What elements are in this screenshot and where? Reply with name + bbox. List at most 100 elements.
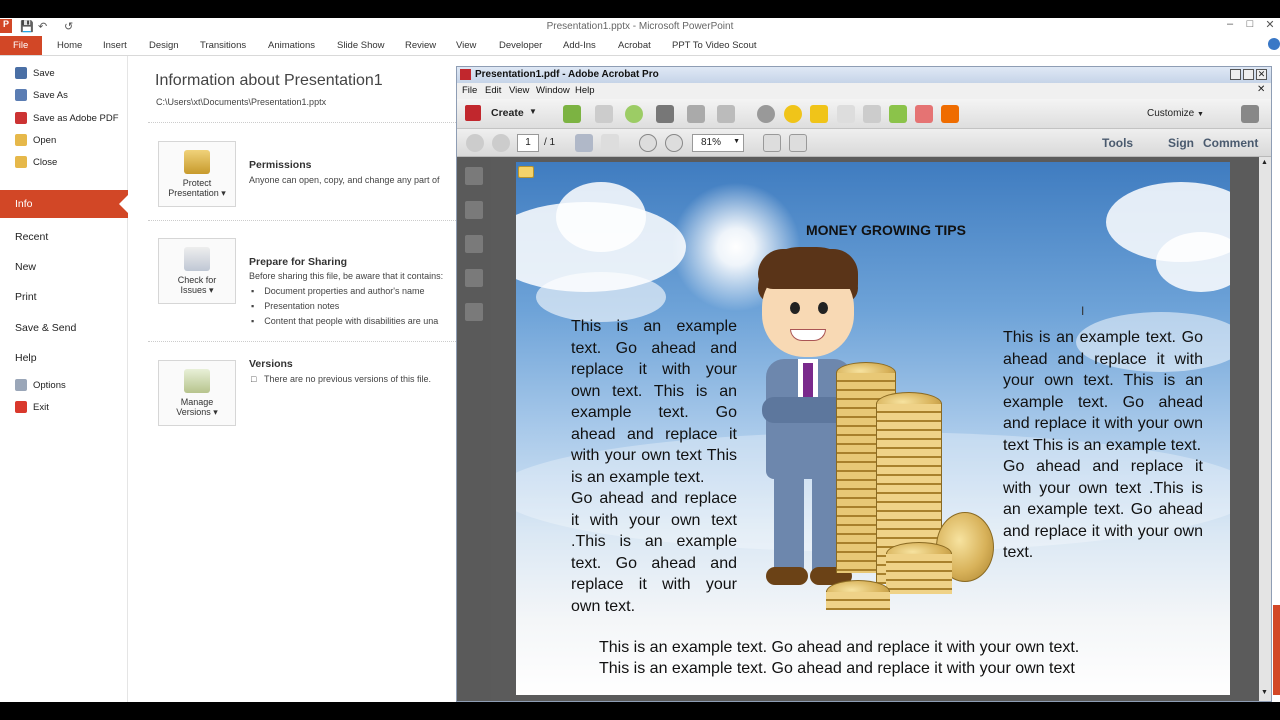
scroll-up-icon[interactable]: ▲ (1261, 159, 1268, 166)
scroll-down-icon[interactable]: ▼ (1261, 689, 1268, 696)
tab-design[interactable]: Design (149, 40, 179, 51)
customize-button[interactable]: Customize ▼ (1147, 108, 1204, 119)
tab-acrobat[interactable]: Acrobat (618, 40, 651, 51)
zoom-in-icon[interactable] (665, 134, 683, 152)
close-folder-icon (15, 156, 27, 168)
menu-view[interactable]: View (509, 85, 529, 96)
menu-edit[interactable]: Edit (485, 85, 501, 96)
bookmarks-icon[interactable] (465, 201, 483, 219)
sidebar-item-close[interactable]: Close (0, 154, 128, 174)
create-button[interactable]: Create ▼ (465, 104, 541, 124)
document-icon[interactable] (837, 105, 855, 123)
signatures-icon[interactable] (465, 303, 483, 321)
comment-pane-button[interactable]: Comment (1203, 136, 1258, 150)
sign-pane-button[interactable]: Sign (1168, 136, 1194, 150)
sidebar-item-save-pdf[interactable]: Save as Adobe PDF (0, 110, 128, 130)
comment-note-icon[interactable] (518, 166, 534, 178)
left-text-block: This is an example text. Go ahead and re… (571, 318, 737, 615)
page-number-input[interactable]: 1 (517, 134, 539, 152)
menu-file[interactable]: File (462, 85, 477, 96)
sidebar-item-open[interactable]: Open (0, 132, 128, 152)
navigation-pane (457, 157, 491, 701)
vertical-scrollbar[interactable]: ▲ ▼ (1259, 157, 1271, 701)
tab-add-ins[interactable]: Add-Ins (563, 40, 596, 51)
extract-icon[interactable] (889, 105, 907, 123)
tab-home[interactable]: Home (57, 40, 82, 51)
backstage-sidebar: Save Save As Save as Adobe PDF Open Clos… (0, 56, 129, 702)
protect-presentation-button[interactable]: Protect Presentation ▾ (158, 141, 236, 207)
close-icon[interactable]: ✕ (1262, 18, 1278, 32)
cloud-image (536, 272, 666, 322)
search-icon[interactable] (863, 105, 881, 123)
exit-icon (15, 401, 27, 413)
expand-icon[interactable] (1241, 105, 1259, 123)
check-issues-button[interactable]: Check for Issues ▾ (158, 238, 236, 304)
tab-animations[interactable]: Animations (268, 40, 315, 51)
tab-view[interactable]: View (456, 40, 476, 51)
permissions-text: Anyone can open, copy, and change any pa… (249, 175, 440, 185)
bottom-text-line: This is an example text. Go ahead and re… (599, 660, 1075, 677)
tab-review[interactable]: Review (405, 40, 436, 51)
tools-pane-button[interactable]: Tools (1102, 136, 1133, 150)
chevron-down-icon: ▼ (733, 138, 740, 145)
select-tool-icon[interactable] (575, 134, 593, 152)
sidebar-item-info[interactable]: Info (0, 190, 129, 218)
info-heading: Information about Presentation1 (155, 72, 383, 89)
open-folder-icon[interactable] (563, 105, 581, 123)
previous-page-icon[interactable] (466, 134, 484, 152)
tab-file[interactable]: File (0, 36, 42, 55)
close-icon[interactable]: ✕ (1256, 69, 1267, 80)
close-document-icon[interactable]: ✕ (1257, 84, 1265, 95)
attachments-icon[interactable] (465, 235, 483, 253)
sidebar-item-save-as[interactable]: Save As (0, 87, 128, 107)
tab-developer[interactable]: Developer (499, 40, 542, 51)
sidebar-item-print[interactable]: Print (0, 286, 128, 310)
sharing-bullet: ▪ Document properties and author's name (251, 286, 425, 296)
hand-tool-icon[interactable] (601, 134, 619, 152)
menu-help[interactable]: Help (575, 85, 595, 96)
save-icon[interactable] (595, 105, 613, 123)
tab-ppt-to-video[interactable]: PPT To Video Scout (672, 40, 757, 51)
divider (148, 341, 458, 342)
page-total: / 1 (544, 137, 556, 148)
edit-icon[interactable] (687, 105, 705, 123)
tab-transitions[interactable]: Transitions (200, 40, 246, 51)
zoom-out-icon[interactable] (639, 134, 657, 152)
minimize-icon[interactable] (1230, 69, 1241, 80)
zoom-select[interactable]: 81% ▼ (692, 134, 744, 152)
sidebar-item-save-send[interactable]: Save & Send (0, 317, 128, 341)
comment-icon[interactable] (784, 105, 802, 123)
sidebar-item-recent[interactable]: Recent (0, 226, 128, 250)
email-icon[interactable] (717, 105, 735, 123)
help-icon[interactable] (1268, 38, 1280, 50)
restore-icon[interactable] (1243, 69, 1254, 80)
fit-width-icon[interactable] (789, 134, 807, 152)
cloud-image (556, 182, 646, 252)
next-page-icon[interactable] (492, 134, 510, 152)
sidebar-item-options[interactable]: Options (0, 377, 128, 397)
fit-page-icon[interactable] (763, 134, 781, 152)
acrobat-title-bar: Presentation1.pdf - Adobe Acrobat Pro ✕ (457, 67, 1271, 83)
sidebar-item-new[interactable]: New (0, 256, 128, 280)
acrobat-window-title: Presentation1.pdf - Adobe Acrobat Pro (475, 69, 659, 80)
page-thumbnails-icon[interactable] (465, 167, 483, 185)
options-icon (15, 379, 27, 391)
upload-icon[interactable] (625, 105, 643, 123)
sign-icon[interactable] (915, 105, 933, 123)
minimize-icon[interactable]: – (1222, 18, 1238, 32)
highlight-icon[interactable] (810, 105, 828, 123)
settings-icon[interactable] (757, 105, 775, 123)
layers-icon[interactable] (465, 269, 483, 287)
print-icon[interactable] (656, 105, 674, 123)
stamp-icon[interactable] (941, 105, 959, 123)
manage-versions-button[interactable]: Manage Versions ▾ (158, 360, 236, 426)
sidebar-item-exit[interactable]: Exit (0, 399, 128, 419)
restore-icon[interactable]: □ (1242, 18, 1258, 32)
sidebar-item-help[interactable]: Help (0, 347, 128, 371)
tab-slide-show[interactable]: Slide Show (337, 40, 385, 51)
divider (148, 220, 458, 221)
right-text-block: This is an example text. Go ahead and re… (1003, 329, 1203, 561)
menu-window[interactable]: Window (536, 85, 570, 96)
tab-insert[interactable]: Insert (103, 40, 127, 51)
sidebar-item-save[interactable]: Save (0, 65, 128, 85)
